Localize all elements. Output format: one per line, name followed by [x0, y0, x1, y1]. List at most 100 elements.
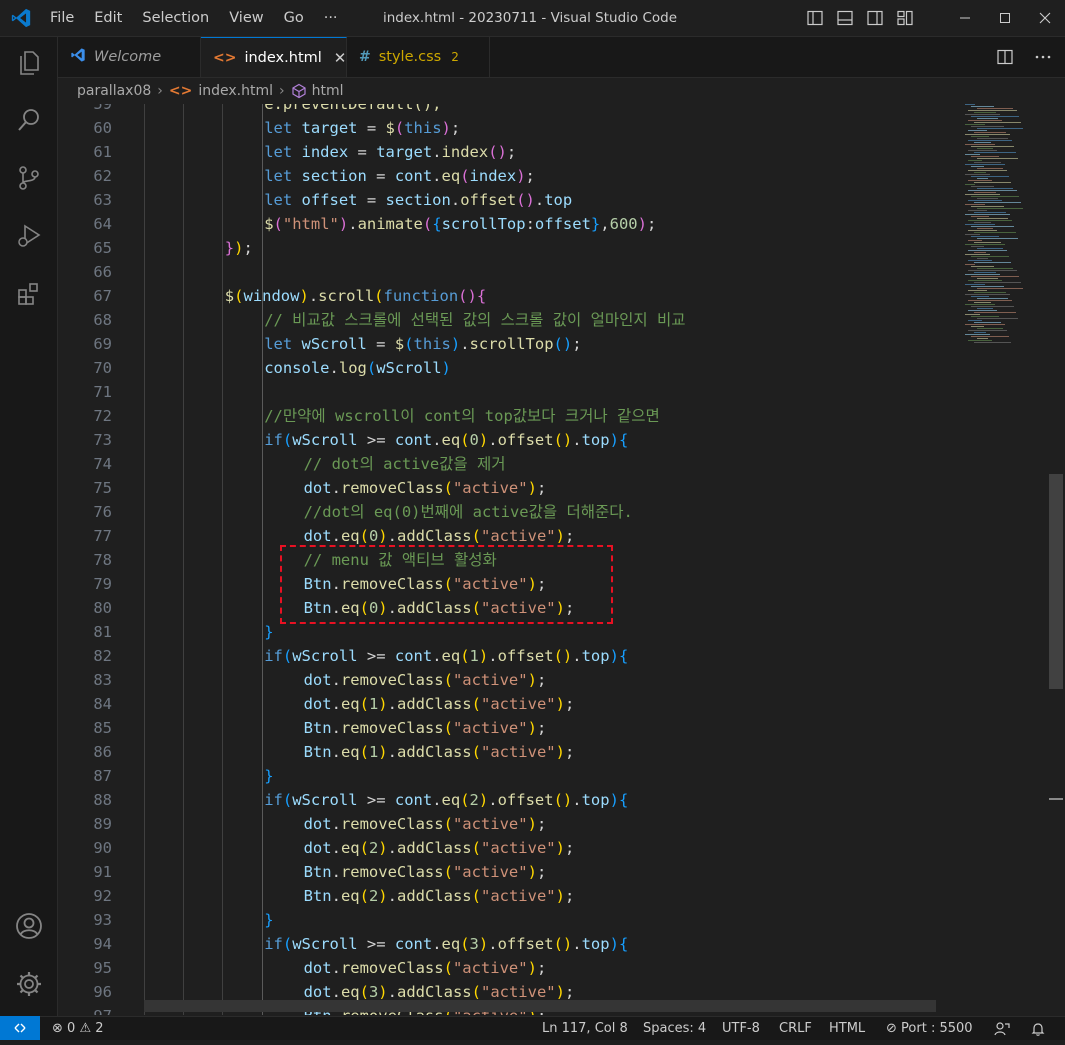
- code-line[interactable]: 60 let target = $(this);: [58, 116, 998, 140]
- code-token: 600: [609, 215, 638, 233]
- code-line[interactable]: 89 dot.removeClass("active");: [58, 812, 998, 836]
- language-mode[interactable]: HTML: [829, 1017, 865, 1040]
- code-line[interactable]: 93}: [58, 908, 998, 932]
- maximize-button[interactable]: [985, 0, 1025, 36]
- split-editor-icon[interactable]: [996, 48, 1014, 66]
- code-token: addClass: [396, 527, 472, 545]
- more-actions-icon[interactable]: [1034, 48, 1052, 66]
- breadcrumb-folder[interactable]: parallax08: [77, 83, 151, 99]
- manage-button[interactable]: [12, 967, 46, 1001]
- run-debug-button[interactable]: [12, 219, 46, 253]
- problems-indicator[interactable]: ⊗ 0 ⚠ 2: [52, 1017, 104, 1040]
- code-token: function: [383, 287, 459, 305]
- end-of-line[interactable]: CRLF: [779, 1017, 812, 1040]
- encoding[interactable]: UTF-8: [722, 1017, 760, 1040]
- toggle-secondary-sidebar-icon[interactable]: [866, 9, 884, 27]
- feedback-icon[interactable]: [994, 1017, 1010, 1040]
- code-token: (: [359, 839, 369, 857]
- menu-edit[interactable]: Edit: [84, 10, 132, 26]
- code-line[interactable]: 95 dot.removeClass("active");: [58, 956, 998, 980]
- code-line[interactable]: 70 console.log(wScroll): [58, 356, 998, 380]
- menu-file[interactable]: File: [40, 10, 84, 26]
- code-token: eq: [340, 887, 360, 905]
- code-line[interactable]: 90 dot.eq(2).addClass("active");: [58, 836, 998, 860]
- toggle-panel-icon[interactable]: [836, 9, 854, 27]
- tab-welcome[interactable]: Welcome: [58, 37, 201, 77]
- minimap-line: [971, 236, 999, 237]
- code-token: removeClass: [340, 719, 444, 737]
- code-token: ): [527, 959, 537, 977]
- minimap-line: [965, 334, 990, 335]
- code-line[interactable]: 74 // dot의 active값을 제거: [58, 452, 998, 476]
- horizontal-scrollbar-thumb[interactable]: [144, 1000, 936, 1012]
- search-button[interactable]: [12, 103, 46, 137]
- code-line[interactable]: 69 let wScroll = $(this).scrollTop();: [58, 332, 998, 356]
- code-token: dot: [303, 695, 332, 713]
- explorer-button[interactable]: [12, 46, 46, 80]
- minimap[interactable]: [963, 104, 1063, 364]
- code-line[interactable]: 84 dot.eq(1).addClass("active");: [58, 692, 998, 716]
- menu-selection[interactable]: Selection: [132, 10, 219, 26]
- code-line[interactable]: 86 Btn.eq(1).addClass("active");: [58, 740, 998, 764]
- code-token: .: [572, 935, 582, 953]
- breadcrumb-symbol[interactable]: html: [312, 83, 344, 99]
- code-line[interactable]: 64 $("html").animate({scrollTop:offset},6…: [58, 212, 998, 236]
- code-line[interactable]: 72 //만약에 wscroll이 cont의 top값보다 크거나 같으면: [58, 404, 998, 428]
- code-line[interactable]: 82 if(wScroll >= cont.eq(1).offset().top)…: [58, 644, 998, 668]
- code-token: (): [553, 935, 573, 953]
- toggle-primary-sidebar-icon[interactable]: [806, 9, 824, 27]
- code-token: }: [264, 623, 274, 641]
- indentation[interactable]: Spaces: 4: [643, 1017, 706, 1040]
- remote-indicator[interactable]: [0, 1016, 40, 1040]
- code-token: let: [264, 191, 302, 209]
- minimize-button[interactable]: [945, 0, 985, 36]
- code-line[interactable]: 67 $(window).scroll(function(){: [58, 284, 998, 308]
- code-line[interactable]: 91 Btn.removeClass("active");: [58, 860, 998, 884]
- customize-layout-icon[interactable]: [896, 9, 914, 27]
- code-token: (): [458, 287, 477, 305]
- line-code: if(wScroll >= cont.eq(3).offset().top){: [264, 932, 628, 956]
- code-line[interactable]: 66: [58, 260, 998, 284]
- tab-style-css[interactable]: # style.css 2: [347, 37, 490, 77]
- code-line[interactable]: 63 let offset = section.offset().top: [58, 188, 998, 212]
- code-line[interactable]: 73 if(wScroll >= cont.eq(0).offset().top)…: [58, 428, 998, 452]
- code-token: if: [264, 791, 283, 809]
- accounts-button[interactable]: [12, 909, 46, 943]
- cursor-position[interactable]: Ln 117, Col 8: [542, 1017, 628, 1040]
- live-server-port[interactable]: ⊘ Port : 5500: [886, 1017, 973, 1040]
- code-token: ): [527, 479, 537, 497]
- code-line[interactable]: 85 Btn.removeClass("active");: [58, 716, 998, 740]
- menu-view[interactable]: View: [219, 10, 273, 26]
- code-line[interactable]: 62 let section = cont.eq(index);: [58, 164, 998, 188]
- close-window-button[interactable]: [1025, 0, 1065, 36]
- code-line[interactable]: 87}: [58, 764, 998, 788]
- extensions-button[interactable]: [12, 277, 46, 311]
- source-control-button[interactable]: [12, 161, 46, 195]
- line-number: 74: [93, 455, 112, 473]
- code-editor[interactable]: 59 e.preventDefault(); 60 let target = $(th…: [58, 104, 1065, 1015]
- code-line[interactable]: 83 dot.removeClass("active");: [58, 668, 998, 692]
- code-line[interactable]: 68 // 비교값 스크롤에 선택된 값의 스크롤 값이 얼마인지 비교: [58, 308, 998, 332]
- code-token: (: [273, 215, 283, 233]
- line-number: 93: [93, 911, 112, 929]
- code-token: }: [264, 911, 274, 929]
- code-line[interactable]: 94 if(wScroll >= cont.eq(3).offset().top)…: [58, 932, 998, 956]
- vertical-scrollbar-thumb[interactable]: [1049, 474, 1063, 689]
- vscode-logo-icon[interactable]: [10, 7, 32, 29]
- tab-index-html[interactable]: <> index.html ✕: [201, 37, 347, 77]
- code-line[interactable]: 71: [58, 380, 998, 404]
- code-line[interactable]: 61 let index = target.index();: [58, 140, 998, 164]
- code-line[interactable]: 65});: [58, 236, 998, 260]
- code-line[interactable]: 75 dot.removeClass("active");: [58, 476, 998, 500]
- code-line[interactable]: 76 //dot의 eq(0)번째에 active값을 더해준다.: [58, 500, 998, 524]
- code-token: ): [299, 287, 309, 305]
- code-line[interactable]: 59 e.preventDefault();: [58, 104, 998, 116]
- minimap-line: [977, 198, 998, 199]
- breadcrumb-file[interactable]: index.html: [198, 83, 273, 99]
- line-code: let offset = section.offset().top: [264, 188, 572, 212]
- code-token: =: [357, 119, 386, 137]
- code-line[interactable]: 92 Btn.eq(2).addClass("active");: [58, 884, 998, 908]
- code-line[interactable]: 88 if(wScroll >= cont.eq(2).offset().top)…: [58, 788, 998, 812]
- notifications-bell-icon[interactable]: [1030, 1017, 1046, 1040]
- close-tab-icon[interactable]: ✕: [334, 49, 347, 67]
